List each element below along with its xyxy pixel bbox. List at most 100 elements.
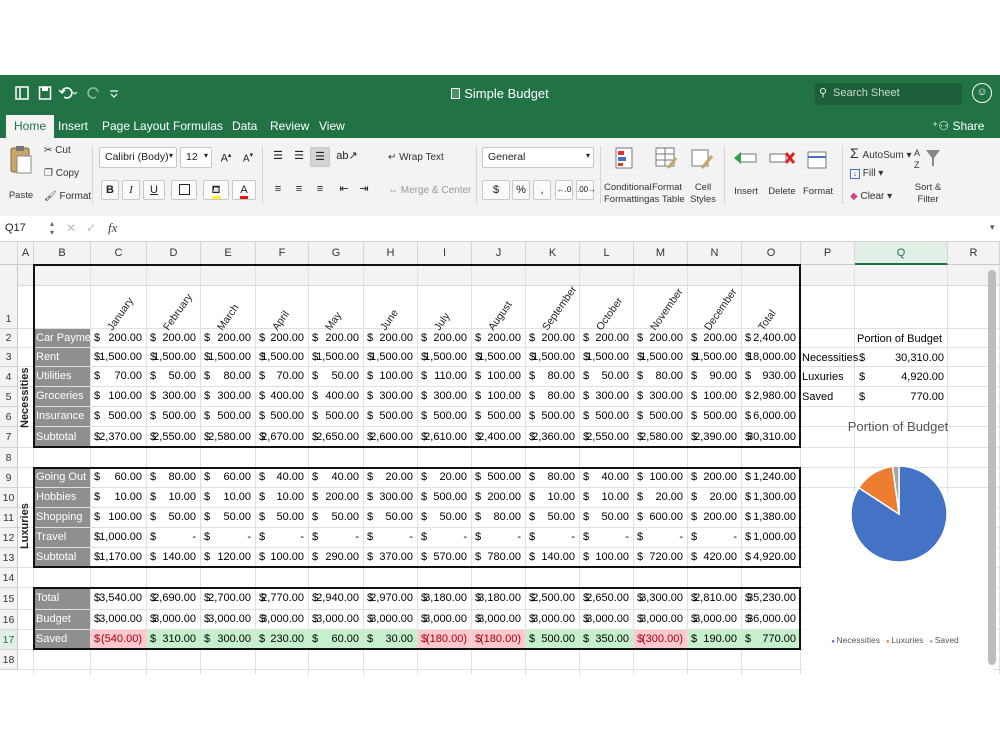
data-cell[interactable]: $3,000.00 xyxy=(364,610,417,629)
data-cell[interactable]: $60.00 xyxy=(91,468,146,487)
formula-input[interactable] xyxy=(126,219,986,239)
underline-button[interactable]: U xyxy=(143,180,165,200)
data-cell[interactable]: $50.00 xyxy=(147,367,200,386)
data-cell[interactable]: $500.00 xyxy=(309,407,363,426)
data-cell[interactable]: $2,580.00 xyxy=(201,427,255,447)
feedback-smiley-icon[interactable]: ☺ xyxy=(972,83,992,103)
data-cell[interactable]: $3,000.00 xyxy=(688,610,741,629)
portion-label[interactable]: Necessities xyxy=(802,348,858,368)
conditional-formatting-button[interactable]: Conditional Formatting xyxy=(604,144,652,208)
tab-review[interactable]: Review xyxy=(270,119,309,133)
data-cell[interactable]: $1,300.00 xyxy=(742,488,800,507)
data-cell[interactable]: $1,000.00 xyxy=(91,528,146,547)
increase-font-size-button[interactable]: A▴ xyxy=(216,147,236,167)
data-cell[interactable]: $90.00 xyxy=(688,367,741,386)
row-label[interactable]: Shopping xyxy=(34,508,90,527)
data-cell[interactable]: $50.00 xyxy=(580,367,633,386)
format-cells-button[interactable]: Format xyxy=(800,144,836,208)
data-cell[interactable]: $10.00 xyxy=(147,488,200,507)
row-header-9[interactable]: 9 xyxy=(0,468,18,488)
data-cell[interactable]: $1,500.00 xyxy=(256,348,308,366)
row-header-4[interactable]: 4 xyxy=(0,367,18,387)
data-cell[interactable]: $3,000.00 xyxy=(526,610,579,629)
data-cell[interactable]: $ (300.00) xyxy=(634,630,687,649)
data-cell[interactable]: $2,650.00 xyxy=(580,588,633,609)
data-cell[interactable]: $36,000.00 xyxy=(742,610,800,629)
column-header-e[interactable]: E xyxy=(201,242,256,265)
data-cell[interactable]: $770.00 xyxy=(742,630,800,649)
data-cell[interactable]: $70.00 xyxy=(256,367,308,386)
data-cell[interactable]: $50.00 xyxy=(309,367,363,386)
data-cell[interactable]: $80.00 xyxy=(526,367,579,386)
column-header-i[interactable]: I xyxy=(418,242,472,265)
cancel-formula-icon[interactable]: ✕ xyxy=(66,221,76,235)
column-header-d[interactable]: D xyxy=(147,242,201,265)
data-cell[interactable]: $110.00 xyxy=(418,367,471,386)
data-cell[interactable]: $230.00 xyxy=(256,630,308,649)
data-cell[interactable]: $300.00 xyxy=(201,630,255,649)
data-cell[interactable]: $1,500.00 xyxy=(688,348,741,366)
name-box-stepper-icon[interactable]: ▴ ▾ xyxy=(50,219,54,237)
row-label[interactable]: Budget xyxy=(34,610,90,629)
data-cell[interactable]: $3,540.00 xyxy=(91,588,146,609)
cell-styles-button[interactable]: Cell Styles xyxy=(686,144,720,208)
increase-decimal-button[interactable]: ←.0 xyxy=(555,180,573,200)
data-cell[interactable]: $2,610.00 xyxy=(418,427,471,447)
data-cell[interactable]: $ - xyxy=(364,528,417,547)
data-cell[interactable]: $1,500.00 xyxy=(309,348,363,366)
data-cell[interactable]: $1,500.00 xyxy=(418,348,471,366)
data-cell[interactable]: $200.00 xyxy=(472,488,525,507)
align-top-button[interactable]: ☰ xyxy=(268,147,288,167)
data-cell[interactable]: $2,550.00 xyxy=(580,427,633,447)
data-cell[interactable]: $80.00 xyxy=(634,367,687,386)
insert-function-button[interactable]: fx xyxy=(108,220,117,236)
data-cell[interactable]: $300.00 xyxy=(580,387,633,406)
data-cell[interactable]: $1,380.00 xyxy=(742,508,800,527)
bold-button[interactable]: B xyxy=(101,180,119,200)
data-cell[interactable]: $20.00 xyxy=(634,488,687,507)
clear-button[interactable]: ◆ Clear ▾ xyxy=(850,191,892,202)
data-cell[interactable]: $70.00 xyxy=(91,367,146,386)
data-cell[interactable]: $200.00 xyxy=(580,329,633,347)
portion-label[interactable]: Saved xyxy=(802,387,833,407)
data-cell[interactable]: $2,550.00 xyxy=(147,427,200,447)
data-cell[interactable]: $2,400.00 xyxy=(742,329,800,347)
align-right-button[interactable]: ≡ xyxy=(310,180,330,200)
data-cell[interactable]: $350.00 xyxy=(580,630,633,649)
column-header-q[interactable]: Q xyxy=(855,242,948,265)
portion-value[interactable]: 30,310.00 xyxy=(855,348,944,368)
data-cell[interactable]: $1,500.00 xyxy=(580,348,633,366)
data-cell[interactable]: $ (180.00) xyxy=(472,630,525,649)
data-cell[interactable]: $200.00 xyxy=(256,329,308,347)
pie-chart[interactable]: Portion of Budget ● Necessities ● Luxuries… xyxy=(803,419,993,675)
data-cell[interactable]: $50.00 xyxy=(147,508,200,527)
data-cell[interactable]: $200.00 xyxy=(634,329,687,347)
data-cell[interactable]: $300.00 xyxy=(364,488,417,507)
data-cell[interactable]: $100.00 xyxy=(472,367,525,386)
data-cell[interactable]: $20.00 xyxy=(688,488,741,507)
row-label[interactable]: Rent xyxy=(34,348,90,366)
data-cell[interactable]: $10.00 xyxy=(91,488,146,507)
vertical-scrollbar[interactable] xyxy=(988,270,996,665)
portion-value[interactable]: 4,920.00 xyxy=(855,367,944,387)
data-cell[interactable]: $1,500.00 xyxy=(526,348,579,366)
number-format-select[interactable]: General ▾ xyxy=(482,147,594,168)
data-cell[interactable]: $30,310.00 xyxy=(742,427,800,447)
comma-style-button[interactable]: , xyxy=(533,180,551,200)
data-cell[interactable]: $500.00 xyxy=(418,407,471,426)
data-cell[interactable]: $200.00 xyxy=(688,508,741,527)
row-header-1[interactable]: 1 xyxy=(0,265,18,329)
data-cell[interactable]: $80.00 xyxy=(472,508,525,527)
data-cell[interactable]: $50.00 xyxy=(256,508,308,527)
data-cell[interactable]: $1,240.00 xyxy=(742,468,800,487)
row-header-13[interactable]: 13 xyxy=(0,548,18,568)
column-header-g[interactable]: G xyxy=(309,242,364,265)
data-cell[interactable]: $2,700.00 xyxy=(201,588,255,609)
portion-label[interactable]: Luxuries xyxy=(802,367,844,387)
sort-filter-button[interactable]: AZ Sort & Filter xyxy=(908,144,948,208)
data-cell[interactable]: $2,370.00 xyxy=(91,427,146,447)
data-cell[interactable]: $3,000.00 xyxy=(91,610,146,629)
data-cell[interactable]: $40.00 xyxy=(309,468,363,487)
increase-indent-button[interactable]: ⇥ xyxy=(354,180,374,200)
data-cell[interactable]: $500.00 xyxy=(472,468,525,487)
